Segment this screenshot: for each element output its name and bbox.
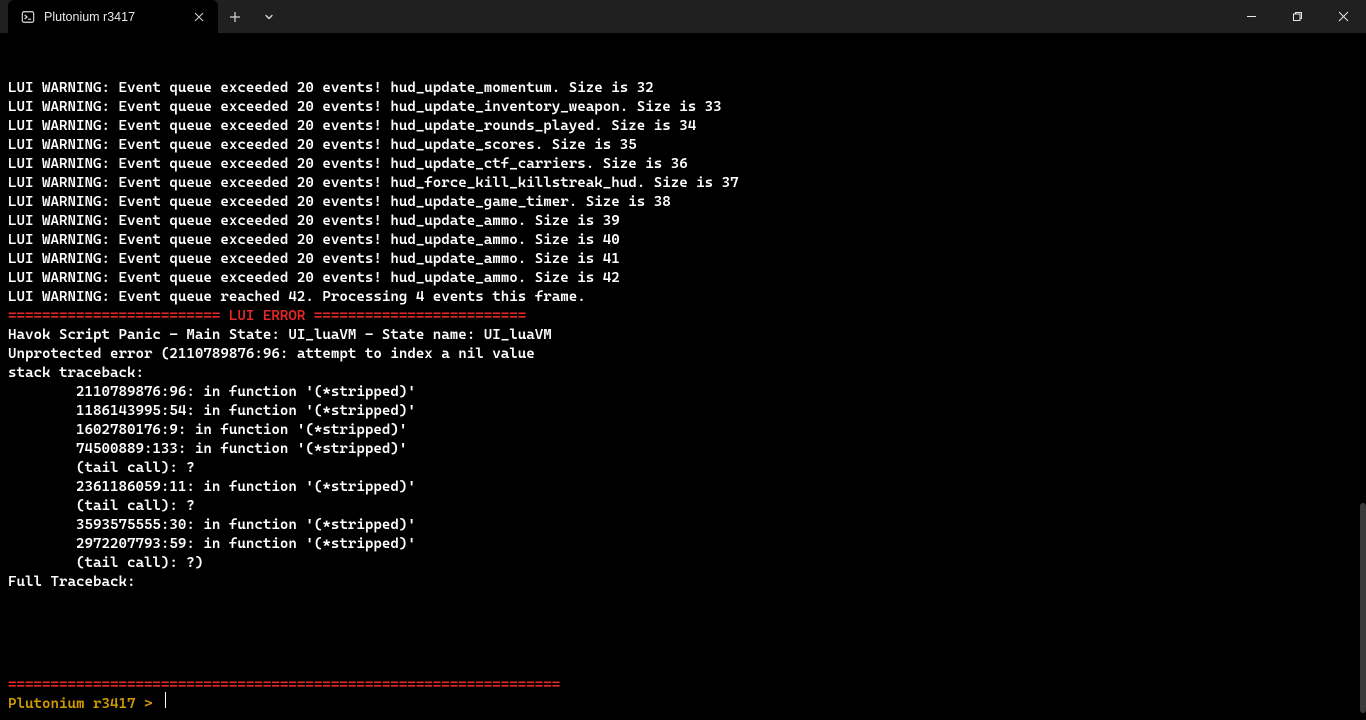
console-line: LUI WARNING: Event queue exceeded 20 eve… [8, 193, 1358, 212]
maximize-button[interactable] [1274, 0, 1320, 33]
console-line: LUI WARNING: Event queue exceeded 20 eve… [8, 231, 1358, 250]
console-line: LUI WARNING: Event queue exceeded 20 eve… [8, 155, 1358, 174]
console-line: LUI WARNING: Event queue exceeded 20 eve… [8, 79, 1358, 98]
prompt-row[interactable]: Plutonium r3417 > [8, 692, 166, 714]
window-controls [1228, 0, 1366, 33]
console-line: (tail call): ?) [8, 554, 1358, 573]
console-line: 3593575555:30: in function '(*stripped)' [8, 516, 1358, 535]
console-line: (tail call): ? [8, 497, 1358, 516]
console-line: LUI WARNING: Event queue exceeded 20 eve… [8, 212, 1358, 231]
terminal-viewport[interactable]: LUI WARNING: Event queue exceeded 20 eve… [0, 33, 1366, 720]
console-line: Full Traceback: [8, 573, 1358, 592]
console-line: LUI WARNING: Event queue exceeded 20 eve… [8, 174, 1358, 193]
console-line: LUI WARNING: Event queue reached 42. Pro… [8, 288, 1358, 307]
prompt-text: Plutonium r3417 > [8, 695, 161, 714]
console-line: stack traceback: [8, 364, 1358, 383]
console-line: 2972207793:59: in function '(*stripped)' [8, 535, 1358, 554]
scrollbar-thumb[interactable] [1360, 503, 1366, 713]
console-line: 1602780176:9: in function '(*stripped)' [8, 421, 1358, 440]
tab-close-button[interactable] [190, 8, 208, 26]
tab-active[interactable]: Plutonium r3417 [8, 0, 218, 33]
close-button[interactable] [1320, 0, 1366, 33]
console-line: Unprotected error (2110789876:96: attemp… [8, 345, 1358, 364]
console-line: LUI WARNING: Event queue exceeded 20 eve… [8, 117, 1358, 136]
console-line: (tail call): ? [8, 459, 1358, 478]
console-line: 2361186059:11: in function '(*stripped)' [8, 478, 1358, 497]
titlebar: Plutonium r3417 [0, 0, 1366, 33]
terminal-icon [20, 9, 36, 25]
new-tab-button[interactable] [218, 0, 252, 33]
console-line: 2110789876:96: in function '(*stripped)' [8, 383, 1358, 402]
scrollbar[interactable] [1358, 33, 1366, 720]
input-cursor [165, 692, 166, 708]
titlebar-drag-region[interactable] [286, 0, 1228, 33]
console-line: 74500889:133: in function '(*stripped)' [8, 440, 1358, 459]
tab-strip: Plutonium r3417 [0, 0, 286, 33]
console-line: LUI WARNING: Event queue exceeded 20 eve… [8, 136, 1358, 155]
tab-dropdown-button[interactable] [252, 0, 286, 33]
console-line: Havok Script Panic - Main State: UI_luaV… [8, 326, 1358, 345]
console-line: LUI WARNING: Event queue exceeded 20 eve… [8, 250, 1358, 269]
console-line: ========================= LUI ERROR ====… [8, 307, 1358, 326]
console-line: LUI WARNING: Event queue exceeded 20 eve… [8, 98, 1358, 117]
console-line: 1186143995:54: in function '(*stripped)' [8, 402, 1358, 421]
console-line: LUI WARNING: Event queue exceeded 20 eve… [8, 269, 1358, 288]
tab-title: Plutonium r3417 [44, 10, 182, 24]
console-output: LUI WARNING: Event queue exceeded 20 eve… [8, 79, 1358, 592]
minimize-button[interactable] [1228, 0, 1274, 33]
